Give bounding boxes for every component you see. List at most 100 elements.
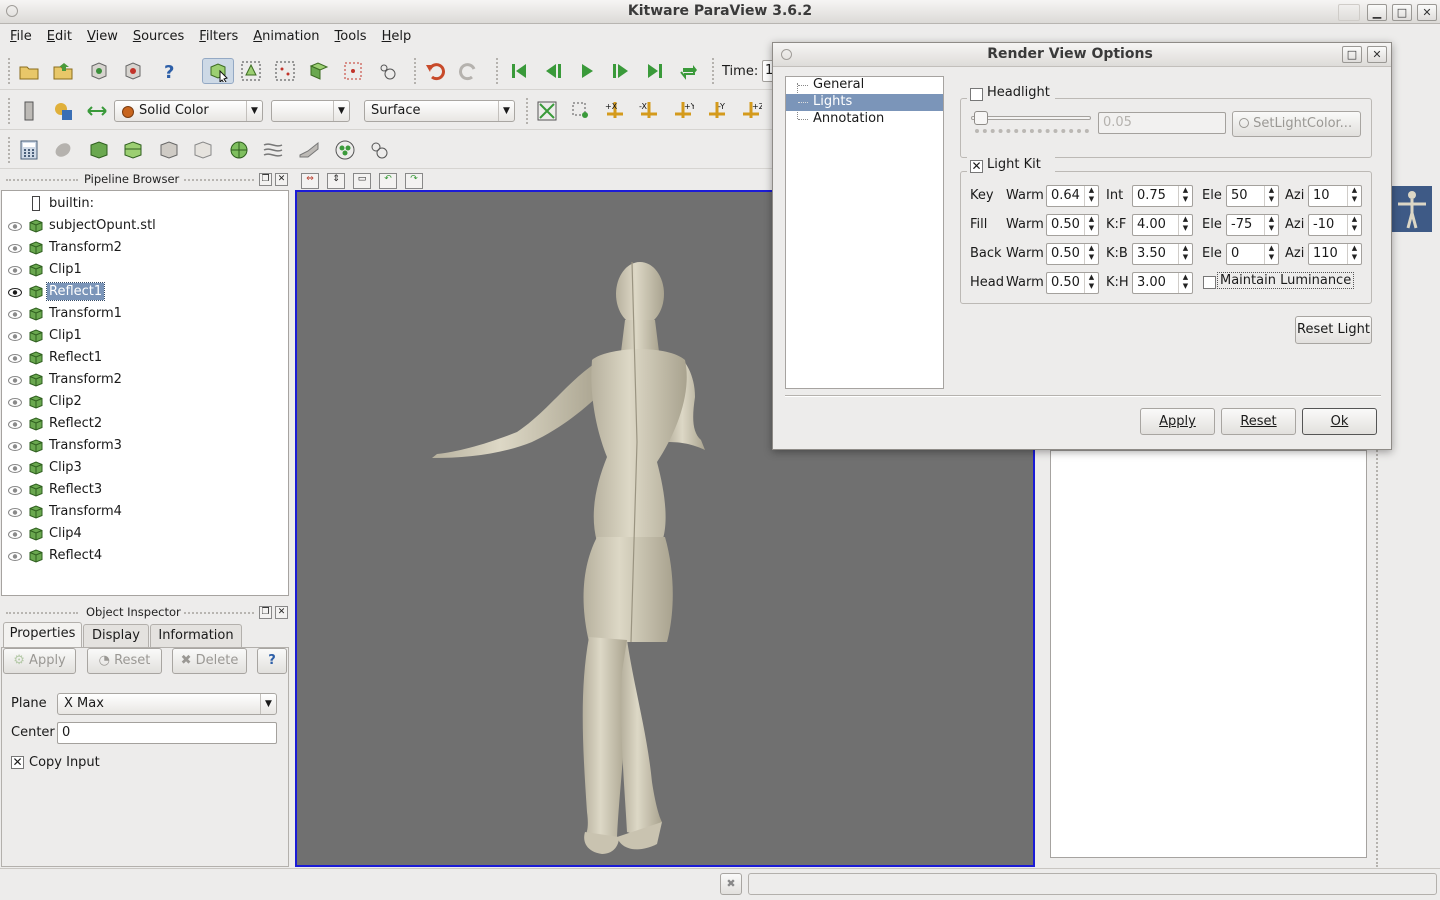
menu-help[interactable]: Help (374, 26, 419, 44)
eye-icon[interactable] (8, 530, 22, 539)
headlight-checkbox[interactable] (970, 88, 983, 101)
maximize-button[interactable]: □ (1392, 4, 1412, 21)
reset-light-button[interactable]: Reset Light (1295, 316, 1372, 344)
eye-icon[interactable] (8, 332, 22, 341)
stop-progress-icon[interactable]: ✖ (720, 873, 742, 895)
tab-properties[interactable]: Properties (3, 622, 82, 648)
color-by-select[interactable]: Solid Color ▼ (114, 100, 263, 122)
headlight-intensity-input[interactable]: 0.05 (1098, 112, 1226, 134)
pipeline-item[interactable]: Reflect2 (2, 413, 288, 435)
key-azimuth-spinbox[interactable]: 10 ▲ ▼ (1308, 185, 1362, 207)
disconnect-icon[interactable] (120, 58, 146, 84)
undo-icon[interactable] (422, 58, 448, 84)
reset-camera-icon[interactable] (534, 98, 560, 124)
pipeline-item[interactable]: Clip1 (2, 325, 288, 347)
float-panel-icon[interactable]: ❐ (259, 173, 272, 186)
close-panel-icon[interactable]: ✕ (275, 173, 288, 186)
eye-icon[interactable] (8, 310, 22, 319)
pipeline-item[interactable]: subjectOpunt.stl (2, 215, 288, 237)
threshold-icon[interactable] (156, 137, 182, 163)
reset-button[interactable]: ◔ Reset (87, 648, 162, 674)
view-plus-z-icon[interactable]: +Z (738, 98, 764, 124)
plane-select[interactable]: X Max ▼ (57, 693, 277, 715)
camera-undo-icon[interactable]: ↶ (379, 173, 397, 189)
eye-icon[interactable] (8, 442, 22, 451)
toolbar-grip[interactable] (8, 98, 12, 124)
toolbar-grip[interactable] (526, 98, 530, 124)
eye-icon[interactable] (8, 244, 22, 253)
glyph-icon[interactable] (226, 137, 252, 163)
frustum-select-icon[interactable] (306, 58, 332, 84)
pipeline-tree[interactable]: builtin: subjectOpunt.stl Transform2 Clip1… (1, 190, 289, 596)
eye-icon[interactable] (8, 398, 22, 407)
pipeline-item[interactable]: Reflect1 (2, 347, 288, 369)
toolbar-grip[interactable] (712, 58, 716, 84)
dialog-maximize-button[interactable]: □ (1342, 46, 1362, 63)
scalar-bar-icon[interactable] (16, 98, 42, 124)
menu-animation[interactable]: Animation (245, 26, 326, 44)
last-frame-icon[interactable] (642, 58, 668, 84)
eye-icon[interactable] (8, 486, 22, 495)
maximize-view-icon[interactable]: ▭ (353, 173, 371, 189)
toolbar-grip[interactable] (414, 58, 418, 84)
copy-input-checkbox[interactable]: ✕ (11, 756, 24, 769)
dialog-reset-button[interactable]: Reset (1221, 408, 1296, 435)
fill-ratio-spinbox[interactable]: 4.00 ▲ ▼ (1132, 214, 1193, 236)
fill-elevation-spinbox[interactable]: -75 ▲ ▼ (1226, 214, 1279, 236)
pipeline-item[interactable]: Reflect4 (2, 545, 288, 567)
pipeline-item[interactable]: Transform1 (2, 303, 288, 325)
zoom-to-box-icon[interactable] (568, 98, 594, 124)
pipeline-item[interactable]: Transform2 (2, 237, 288, 259)
connect-icon[interactable] (86, 58, 112, 84)
pipeline-item[interactable]: Clip1 (2, 259, 288, 281)
set-light-color-button[interactable]: SetLightColor... (1232, 111, 1361, 137)
pipeline-item[interactable]: Transform3 (2, 435, 288, 457)
fill-azimuth-spinbox[interactable]: -10 ▲ ▼ (1308, 214, 1362, 236)
rescale-range-icon[interactable] (84, 98, 110, 124)
component-select[interactable]: ▼ (271, 100, 350, 122)
pipeline-item[interactable]: Clip4 (2, 523, 288, 545)
select-points-icon[interactable] (272, 58, 298, 84)
pipeline-item[interactable]: Transform2 (2, 369, 288, 391)
headlight-intensity-slider[interactable] (971, 116, 1091, 120)
fill-warm-spinbox[interactable]: 0.50 ▲ ▼ (1046, 214, 1099, 236)
stream-tracer-icon[interactable] (260, 137, 286, 163)
split-vertical-icon[interactable]: ⇕ (327, 173, 345, 189)
close-button[interactable]: ✕ (1417, 4, 1437, 21)
eye-icon[interactable] (8, 354, 22, 363)
toolbar-grip[interactable] (496, 58, 500, 84)
view-minus-x-icon[interactable]: -X (636, 98, 662, 124)
play-icon[interactable] (574, 58, 600, 84)
minimize-button[interactable]: ▁ (1367, 4, 1387, 21)
help-button[interactable]: ? (257, 648, 287, 674)
clip-icon[interactable] (86, 137, 112, 163)
pipeline-item[interactable]: Reflect1 (2, 281, 288, 303)
light-kit-checkbox[interactable]: ✕ (970, 160, 983, 173)
float-panel-icon[interactable]: ❐ (259, 606, 272, 619)
tree-item-general[interactable]: General (786, 77, 943, 94)
extract-level-icon[interactable] (366, 137, 392, 163)
pipeline-item[interactable]: Reflect3 (2, 479, 288, 501)
menu-sources[interactable]: Sources (125, 26, 191, 44)
interact-mode-icon[interactable] (202, 58, 234, 84)
key-warm-spinbox[interactable]: 0.64 ▲ ▼ (1046, 185, 1099, 207)
close-panel-icon[interactable]: ✕ (275, 606, 288, 619)
tree-root[interactable]: builtin: (2, 193, 288, 215)
contour-icon[interactable] (50, 137, 76, 163)
dialog-ok-button[interactable]: Ok (1302, 408, 1377, 435)
head-ratio-spinbox[interactable]: 3.00 ▲ ▼ (1132, 272, 1193, 294)
tree-item-annotation[interactable]: Annotation (786, 111, 943, 128)
view-plus-x-icon[interactable]: +X (602, 98, 628, 124)
eye-icon[interactable] (8, 420, 22, 429)
back-ratio-spinbox[interactable]: 3.50 ▲ ▼ (1132, 243, 1193, 265)
menu-file[interactable]: File (2, 26, 39, 44)
key-elevation-spinbox[interactable]: 50 ▲ ▼ (1226, 185, 1279, 207)
help-icon[interactable]: ? (156, 58, 182, 84)
eye-icon[interactable] (8, 266, 22, 275)
apply-button[interactable]: ⚙ Apply (3, 648, 76, 674)
tab-display[interactable]: Display (83, 624, 149, 648)
color-map-editor-icon[interactable] (50, 98, 76, 124)
calculator-icon[interactable] (16, 137, 42, 163)
toolbar-grip[interactable] (8, 137, 12, 163)
orientation-thumbnail[interactable] (1392, 186, 1432, 232)
